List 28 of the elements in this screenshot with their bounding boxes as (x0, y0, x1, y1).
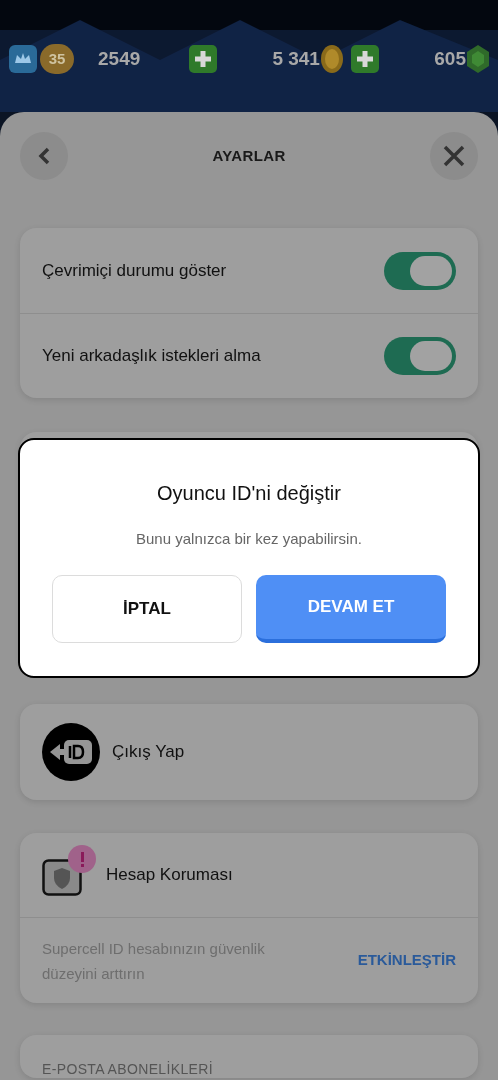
shield-icon (42, 859, 82, 897)
gem-icon (466, 44, 490, 74)
close-button[interactable] (430, 132, 478, 180)
plus-icon[interactable] (349, 44, 380, 74)
cancel-button[interactable]: İPTAL (52, 574, 242, 643)
dialog-title: Oyuncu ID'ni değiştir (157, 481, 341, 506)
setting-label: Hesap Koruması (106, 864, 233, 887)
crown-icon (8, 44, 38, 74)
trophy-count: 2549 (98, 46, 142, 71)
back-button[interactable] (20, 132, 68, 180)
setting-label: Çevrimiçi durumu göster (42, 259, 227, 282)
toggle-switch[interactable] (384, 251, 456, 290)
exclamation-icon (79, 851, 85, 867)
gem-count: 605 (434, 46, 466, 71)
chevron-left-icon (37, 146, 51, 166)
coin-icon (319, 44, 344, 74)
setting-label: Yeni arkadaşlık istekleri alma (42, 345, 261, 368)
close-icon (443, 145, 465, 167)
section-title: E-POSTA ABONELİKLERİ (42, 1060, 214, 1079)
logout-icon (42, 723, 100, 781)
level-text: 35 (48, 48, 66, 69)
logout-item[interactable]: Çıkış Yap (20, 704, 478, 800)
logout-label: Çıkış Yap (112, 741, 185, 764)
header-title: AYARLAR (212, 145, 286, 166)
toggle-switch[interactable] (384, 337, 456, 375)
plus-icon[interactable] (188, 44, 218, 74)
dialog-message: Bunu yalnızca bir kez yapabilirsin. (136, 529, 362, 549)
coin-count: 5 341 (272, 46, 320, 71)
